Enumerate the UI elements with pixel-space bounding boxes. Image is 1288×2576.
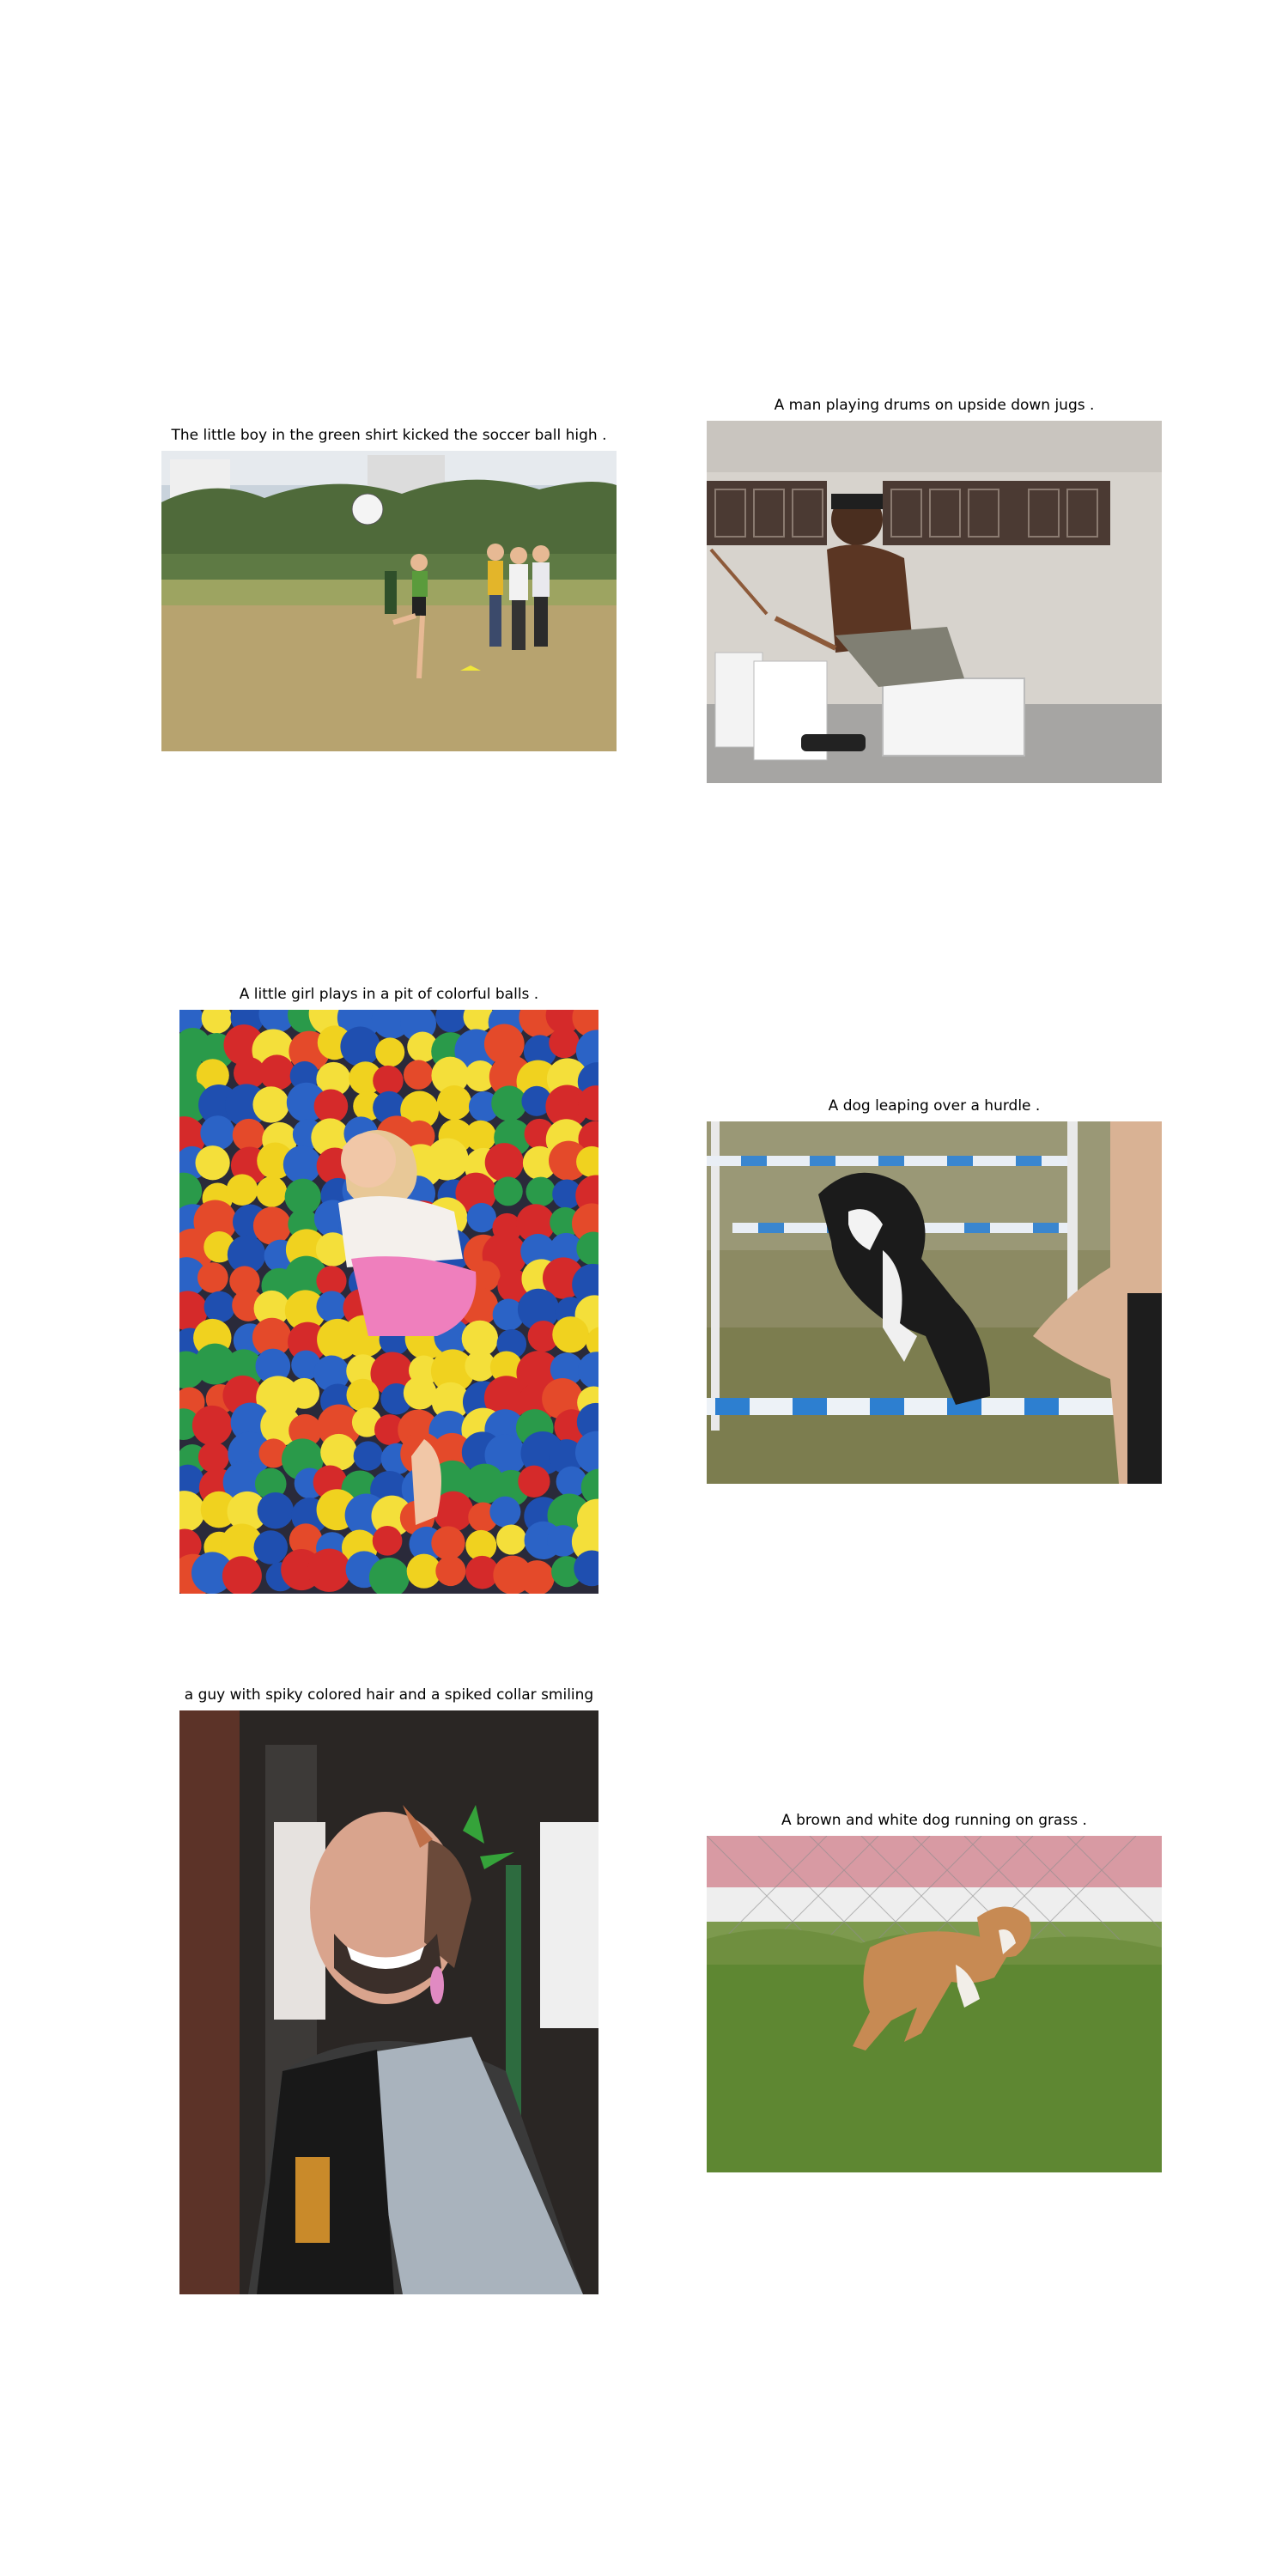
ball-shape (465, 1120, 496, 1151)
caption-drummer: A man playing drums on upside down jugs … (774, 397, 1095, 414)
ball-shape (320, 1433, 357, 1471)
ball-shape (496, 1524, 527, 1555)
ball-shape (435, 1555, 466, 1587)
ball-shape (252, 1206, 292, 1245)
ball-shape (200, 1115, 235, 1151)
caption-ball-pit: A little girl plays in a pit of colorful… (239, 986, 539, 1003)
caption-spiky-hair: a guy with spiky colored hair and a spik… (184, 1686, 594, 1704)
photo-drummer (707, 421, 1162, 783)
ball-shape (493, 1176, 523, 1206)
ball-shape (226, 1174, 258, 1206)
ball-shape (403, 1060, 434, 1090)
ball-shape (491, 1085, 527, 1121)
ball-shape (340, 1026, 380, 1066)
caption-soccer: The little boy in the green shirt kicked… (171, 427, 607, 444)
ball-shape (484, 1143, 524, 1182)
photo-soccer (161, 451, 617, 751)
ball-shape (313, 1089, 349, 1124)
photo-ball-pit (179, 1010, 598, 1594)
ball-shape (257, 1492, 295, 1529)
ball-shape (436, 1085, 472, 1121)
ball-shape (518, 1465, 550, 1498)
ball-shape (375, 1037, 405, 1067)
ball-shape (197, 1262, 228, 1293)
ball-shape (526, 1176, 556, 1207)
ball-shape (232, 1118, 265, 1151)
ball-shape (552, 1316, 589, 1353)
caption-dog-running: A brown and white dog running on grass . (781, 1812, 1087, 1829)
photo-dog-hurdle (707, 1121, 1162, 1484)
caption-dog-hurdle: A dog leaping over a hurdle . (828, 1097, 1041, 1115)
ball-shape (191, 1405, 233, 1446)
ball-shape (256, 1176, 288, 1207)
photo-spiky-hair (179, 1710, 598, 2294)
ball-shape (489, 1496, 521, 1528)
ball-shape (195, 1145, 230, 1181)
ball-shape (403, 1376, 437, 1410)
ball-shape (549, 1027, 580, 1059)
ball-shape (307, 1548, 351, 1592)
ball-shape (283, 1145, 322, 1184)
ball-shape (519, 1560, 555, 1594)
ball-shape (316, 1291, 348, 1322)
photo-dog-running (707, 1836, 1162, 2172)
ball-shape (431, 1526, 465, 1560)
ball-shape (353, 1441, 383, 1471)
ball-shape (426, 1138, 469, 1181)
ball-shape (204, 1291, 235, 1323)
ball-shape (289, 1377, 320, 1409)
ball-shape (197, 1442, 229, 1473)
ball-shape (253, 1530, 289, 1564)
ball-shape (258, 1054, 295, 1091)
ball-shape (252, 1086, 289, 1123)
ball-shape (466, 1202, 497, 1233)
ball-shape (372, 1525, 403, 1556)
ball-shape (346, 1378, 380, 1412)
